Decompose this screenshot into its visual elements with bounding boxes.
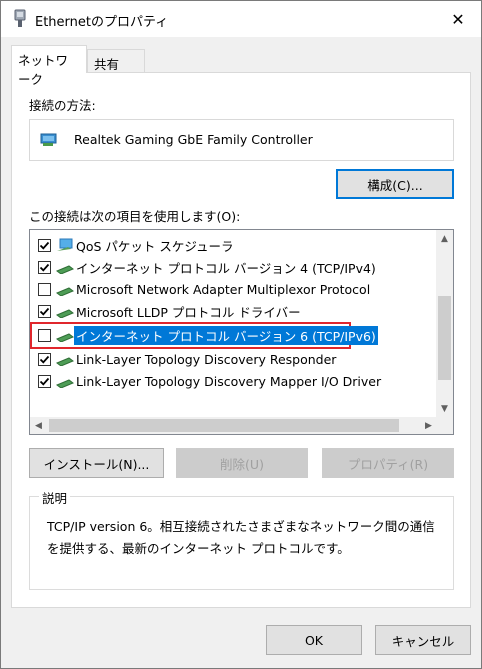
list-item-label: Link-Layer Topology Discovery Responder [76, 351, 337, 367]
tab-sharing[interactable]: 共有 [87, 49, 145, 73]
close-icon: ✕ [451, 9, 465, 29]
protocol-icon [56, 333, 74, 342]
configure-button[interactable]: 構成(C)... [336, 169, 454, 199]
cancel-button-label: キャンセル [391, 633, 455, 649]
close-button[interactable]: ✕ [435, 1, 481, 37]
configure-button-label: 構成(C)... [367, 177, 423, 193]
checkmark-icon [39, 355, 50, 364]
ok-button[interactable]: OK [266, 625, 362, 655]
uninstall-button[interactable]: 削除(U) [176, 448, 308, 478]
list-item-lldp[interactable]: Microsoft LLDP プロトコル ドライバー [30, 300, 435, 322]
vertical-scrollbar[interactable]: ▲ ▼ [436, 230, 453, 417]
horizontal-scroll-thumb[interactable] [49, 419, 399, 432]
list-item-label: Microsoft Network Adapter Multiplexor Pr… [76, 281, 371, 297]
properties-button[interactable]: プロパティ(R) [322, 448, 454, 478]
description-group: 説明 TCP/IP version 6。相互接続されたさまざまなネットワーク間の… [29, 488, 454, 590]
scroll-up-icon[interactable]: ▲ [436, 230, 453, 247]
connect-using-label: 接続の方法: [29, 98, 96, 113]
checkbox-tcpipv4[interactable] [38, 260, 51, 274]
tab-sharing-label: 共有 [94, 57, 120, 72]
uninstall-button-label: 削除(U) [220, 456, 264, 472]
protocol-icon [56, 265, 74, 274]
list-item-lltd-responder[interactable]: Link-Layer Topology Discovery Responder [30, 348, 435, 370]
checkbox-qos[interactable] [38, 238, 51, 252]
protocol-icon [56, 287, 74, 296]
scroll-right-icon[interactable]: ▶ [420, 417, 437, 434]
properties-window: Ethernetのプロパティ ✕ ネットワーク 共有 接続の方法: Realte… [0, 0, 482, 669]
description-text: TCP/IP version 6。相互接続されたさまざまなネットワーク間の通信を… [47, 519, 435, 556]
list-item-lltd-mapper[interactable]: Link-Layer Topology Discovery Mapper I/O… [30, 370, 435, 392]
adapter-name: Realtek Gaming GbE Family Controller [74, 132, 313, 147]
checkmark-icon [39, 263, 50, 272]
list-item-multiplexor[interactable]: Microsoft Network Adapter Multiplexor Pr… [30, 278, 435, 300]
scrollbar-corner [436, 417, 453, 434]
list-item-tcpipv6[interactable]: インターネット プロトコル バージョン 6 (TCP/IPv6) [30, 324, 435, 346]
checkmark-icon [39, 307, 50, 316]
checkbox-lltd-responder[interactable] [38, 352, 51, 366]
network-card-icon [40, 133, 57, 146]
protocol-icon [56, 379, 74, 388]
list-item-label: QoS パケット スケジューラ [76, 238, 234, 254]
items-label: この接続は次の項目を使用します(O): [29, 209, 241, 224]
list-item-qos[interactable]: QoS パケット スケジューラ [30, 234, 435, 256]
checkbox-tcpipv6[interactable] [38, 328, 51, 342]
install-button[interactable]: インストール(N)... [29, 448, 164, 478]
protocol-icon [56, 357, 74, 366]
qos-icon [57, 238, 73, 251]
ok-button-label: OK [304, 632, 324, 648]
scroll-left-icon[interactable]: ◀ [30, 417, 47, 434]
list-item-label: Microsoft LLDP プロトコル ドライバー [76, 304, 301, 320]
adapter-display: Realtek Gaming GbE Family Controller [29, 119, 454, 161]
checkmark-icon [39, 377, 50, 386]
components-list[interactable]: QoS パケット スケジューラ インターネット プロトコル バージョン 4 (T… [29, 229, 454, 435]
vertical-scroll-thumb[interactable] [438, 296, 451, 380]
description-legend: 説明 [39, 488, 71, 507]
checkbox-lltd-mapper[interactable] [38, 374, 51, 388]
tab-panel-network: 接続の方法: Realtek Gaming GbE Family Control… [11, 72, 471, 608]
tab-network[interactable]: ネットワーク [11, 45, 87, 87]
checkbox-lldp[interactable] [38, 304, 51, 318]
protocol-icon [56, 309, 74, 318]
title-bar: Ethernetのプロパティ ✕ [1, 1, 481, 37]
horizontal-scrollbar[interactable]: ◀ ▶ [30, 417, 437, 434]
list-item-label-selected: インターネット プロトコル バージョン 6 (TCP/IPv6) [74, 325, 378, 345]
properties-button-label: プロパティ(R) [347, 456, 429, 472]
cancel-button[interactable]: キャンセル [375, 625, 471, 655]
scroll-down-icon[interactable]: ▼ [436, 400, 453, 417]
install-button-label: インストール(N)... [43, 456, 150, 472]
window-title: Ethernetのプロパティ [35, 15, 169, 30]
checkbox-multiplexor[interactable] [38, 282, 51, 296]
list-item-tcpipv4[interactable]: インターネット プロトコル バージョン 4 (TCP/IPv4) [30, 256, 435, 278]
list-item-label: Link-Layer Topology Discovery Mapper I/O… [76, 373, 382, 389]
checkmark-icon [39, 241, 50, 250]
list-item-label: インターネット プロトコル バージョン 4 (TCP/IPv4) [76, 260, 376, 276]
network-adapter-icon [14, 9, 26, 27]
